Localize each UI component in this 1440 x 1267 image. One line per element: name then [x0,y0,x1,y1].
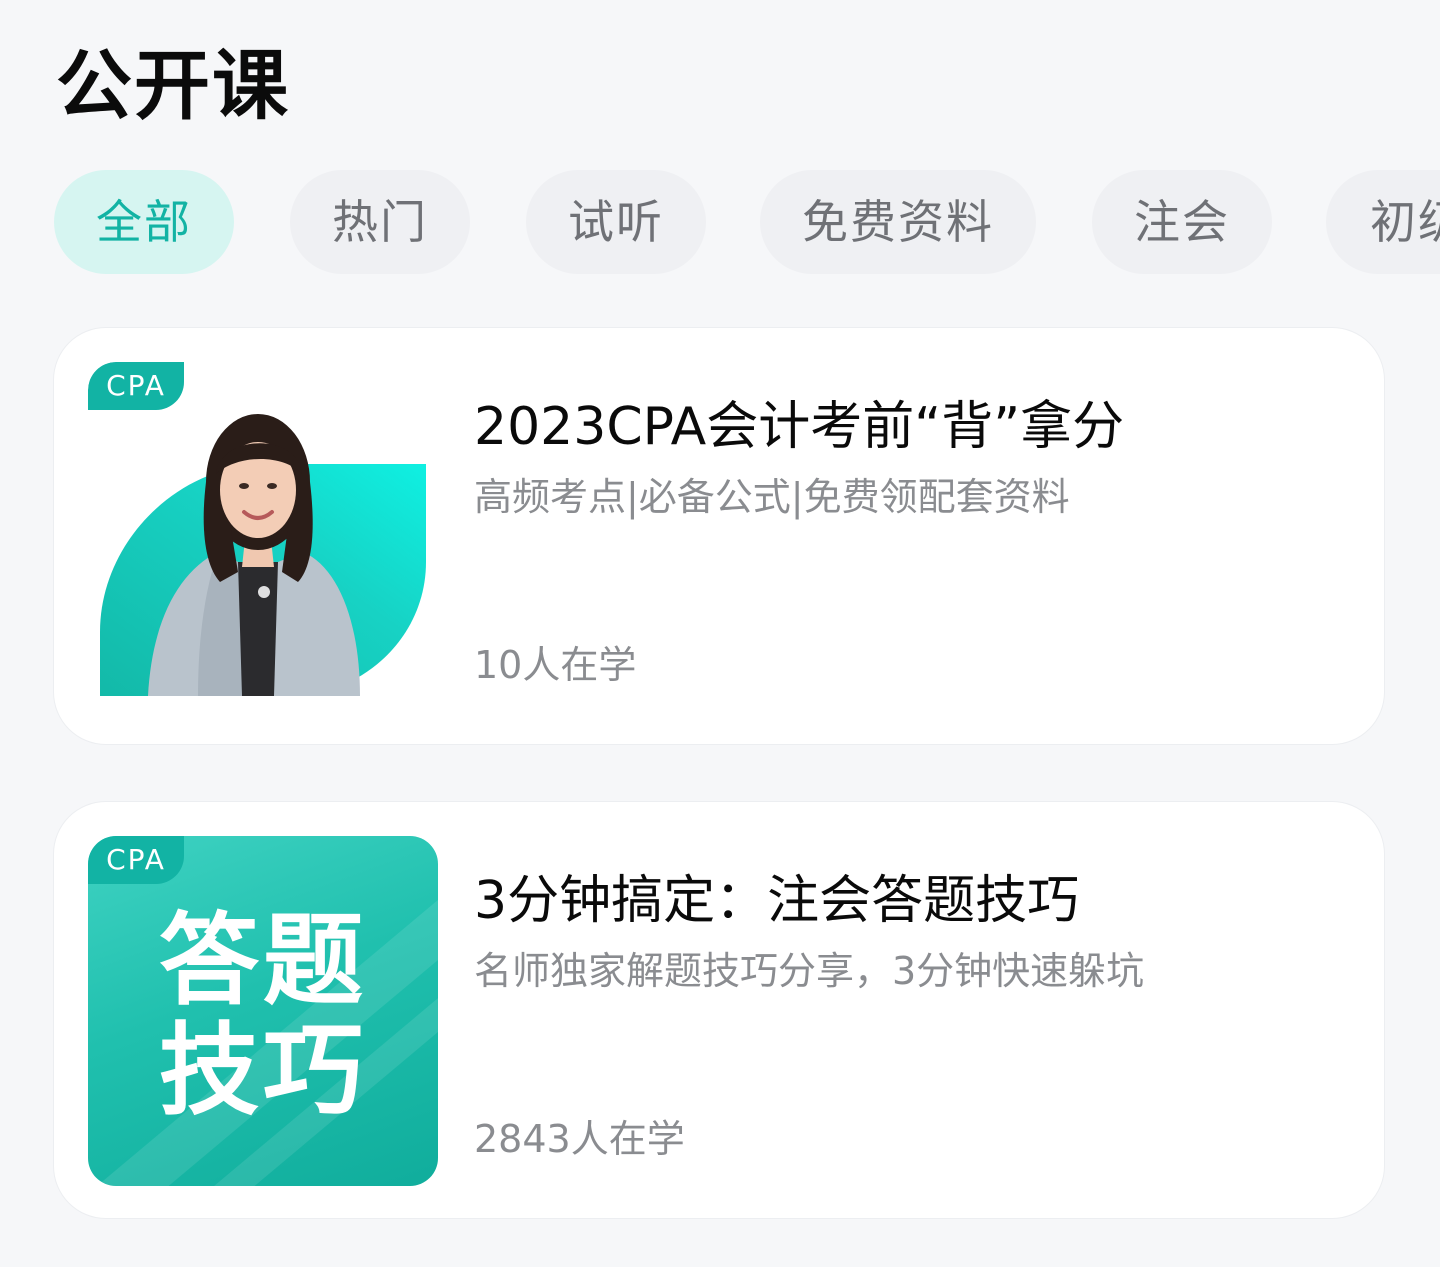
thumbnail-text: 技巧 [159,1012,367,1129]
category-tabs: 全部 热门 试听 免费资料 注会 初级 [54,170,1440,274]
course-subtitle: 高频考点|必备公式|免费领配套资料 [474,475,1070,519]
course-title: 2023CPA会计考前“背”拿分 [474,397,1125,457]
tab-junior[interactable]: 初级 [1326,170,1440,274]
course-thumbnail: CPA [88,362,438,712]
learner-count: 10人在学 [474,643,637,687]
tab-trial[interactable]: 试听 [526,170,706,274]
cpa-tag: CPA [88,836,184,884]
learner-count: 2843人在学 [474,1117,685,1161]
page-title: 公开课 [56,41,290,130]
course-thumbnail: CPA 答题 技巧 [88,836,438,1186]
course-card[interactable]: CPA 答题 技巧 3分钟搞定：注会答题技巧 名师独家解题技巧分享，3分钟快速躲… [54,802,1384,1218]
tab-cpa[interactable]: 注会 [1092,170,1272,274]
tab-all[interactable]: 全部 [54,170,234,274]
tab-hot[interactable]: 热门 [290,170,470,274]
teacher-portrait-image [100,414,426,696]
course-subtitle: 名师独家解题技巧分享，3分钟快速躲坑 [474,949,1145,993]
thumbnail-text: 答题 [159,902,367,1019]
course-title: 3分钟搞定：注会答题技巧 [474,871,1080,931]
course-card[interactable]: CPA 2023CPA会计考前“背”拿分 高频考点|必备公式|免费领配套资料 1… [54,328,1384,744]
cpa-tag: CPA [88,362,184,410]
tab-free-materials[interactable]: 免费资料 [760,170,1036,274]
